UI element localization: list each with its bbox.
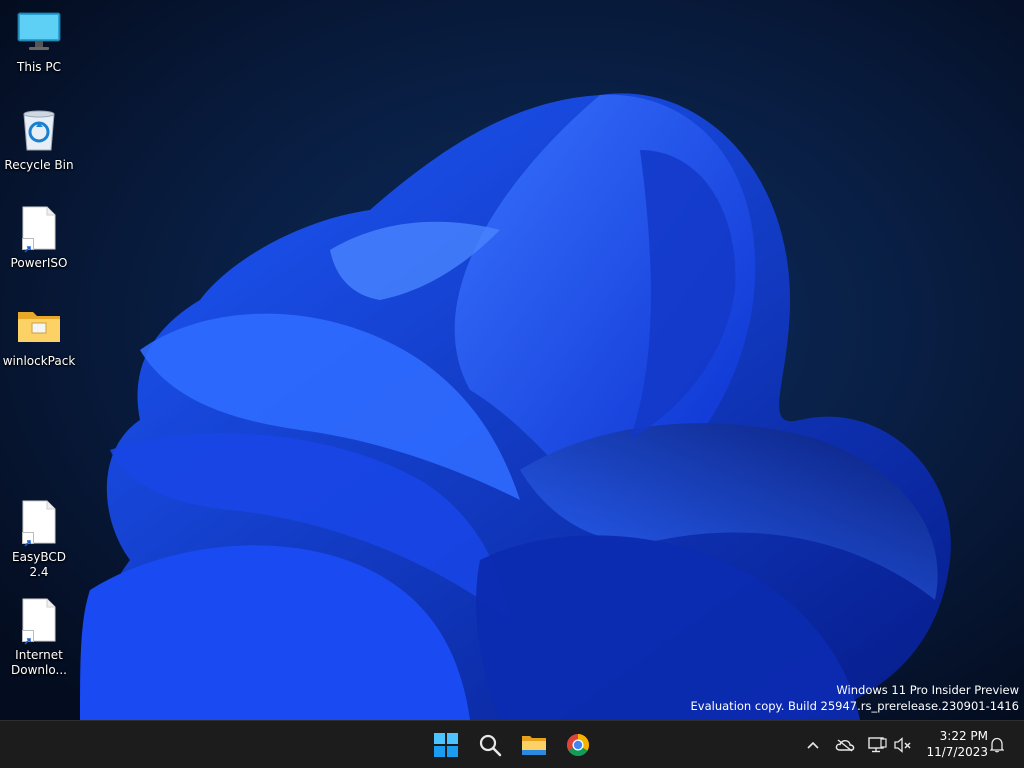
recycle-bin-icon xyxy=(15,106,63,154)
network-button[interactable] xyxy=(864,729,890,761)
shortcut-file-icon xyxy=(15,498,63,547)
search-button[interactable] xyxy=(470,725,510,765)
desktop-icon-poweriso[interactable]: PowerISO xyxy=(0,204,78,271)
desktop-icon-internet-download-manager[interactable]: Internet Downlo... xyxy=(0,596,78,678)
desktop-icon-label: This PC xyxy=(17,60,61,74)
desktop-icon-easybcd[interactable]: EasyBCD 2.4 xyxy=(0,498,78,580)
taskbar: 3:22 PM 11/7/2023 xyxy=(0,720,1024,768)
folder-icon xyxy=(15,302,63,350)
chrome-icon xyxy=(567,734,589,756)
desktop-icon-winlockpack[interactable]: winlockPack xyxy=(0,302,78,369)
search-icon xyxy=(479,734,502,757)
file-explorer-icon xyxy=(522,736,546,755)
watermark-edition: Windows 11 Pro Insider Preview xyxy=(836,683,1019,697)
start-button[interactable] xyxy=(426,725,466,765)
clock[interactable]: 3:22 PM 11/7/2023 xyxy=(926,728,988,760)
shortcut-file-icon xyxy=(15,204,63,253)
desktop-icon-label: EasyBCD 2.4 xyxy=(12,550,66,579)
desktop-icon-label: PowerISO xyxy=(10,256,68,270)
build-watermark: Windows 11 Pro Insider Preview Evaluatio… xyxy=(691,682,1019,714)
clock-date: 11/7/2023 xyxy=(926,745,988,759)
desktop-icon-this-pc[interactable]: This PC xyxy=(0,8,78,75)
desktop-icon-recycle-bin[interactable]: Recycle Bin xyxy=(0,106,78,173)
desktop-icon-label: Recycle Bin xyxy=(4,158,74,172)
shortcut-arrow-icon xyxy=(22,238,34,253)
monitor-icon xyxy=(15,8,63,56)
onedrive-icon xyxy=(835,739,855,752)
notifications-button[interactable] xyxy=(986,729,1008,761)
desktop-icon-label: Internet Downlo... xyxy=(11,648,67,677)
desktop-icon-label: winlockPack xyxy=(2,354,76,368)
shortcut-arrow-icon xyxy=(22,532,34,547)
show-hidden-icons-button[interactable] xyxy=(802,729,824,761)
watermark-build: Evaluation copy. Build 25947.rs_prerelea… xyxy=(690,699,1019,713)
shortcut-arrow-icon xyxy=(22,630,34,645)
volume-button[interactable] xyxy=(892,729,914,761)
start-icon xyxy=(434,733,458,757)
speaker-muted-icon xyxy=(894,737,911,753)
clock-time: 3:22 PM xyxy=(939,729,988,743)
shortcut-file-icon xyxy=(15,596,63,645)
chevron-up-icon xyxy=(807,741,819,749)
onedrive-button[interactable] xyxy=(832,729,858,761)
chrome-button[interactable] xyxy=(558,725,598,765)
network-icon xyxy=(868,737,887,753)
file-explorer-button[interactable] xyxy=(514,725,554,765)
bell-icon xyxy=(990,737,1004,753)
desktop-wallpaper xyxy=(0,0,1024,720)
